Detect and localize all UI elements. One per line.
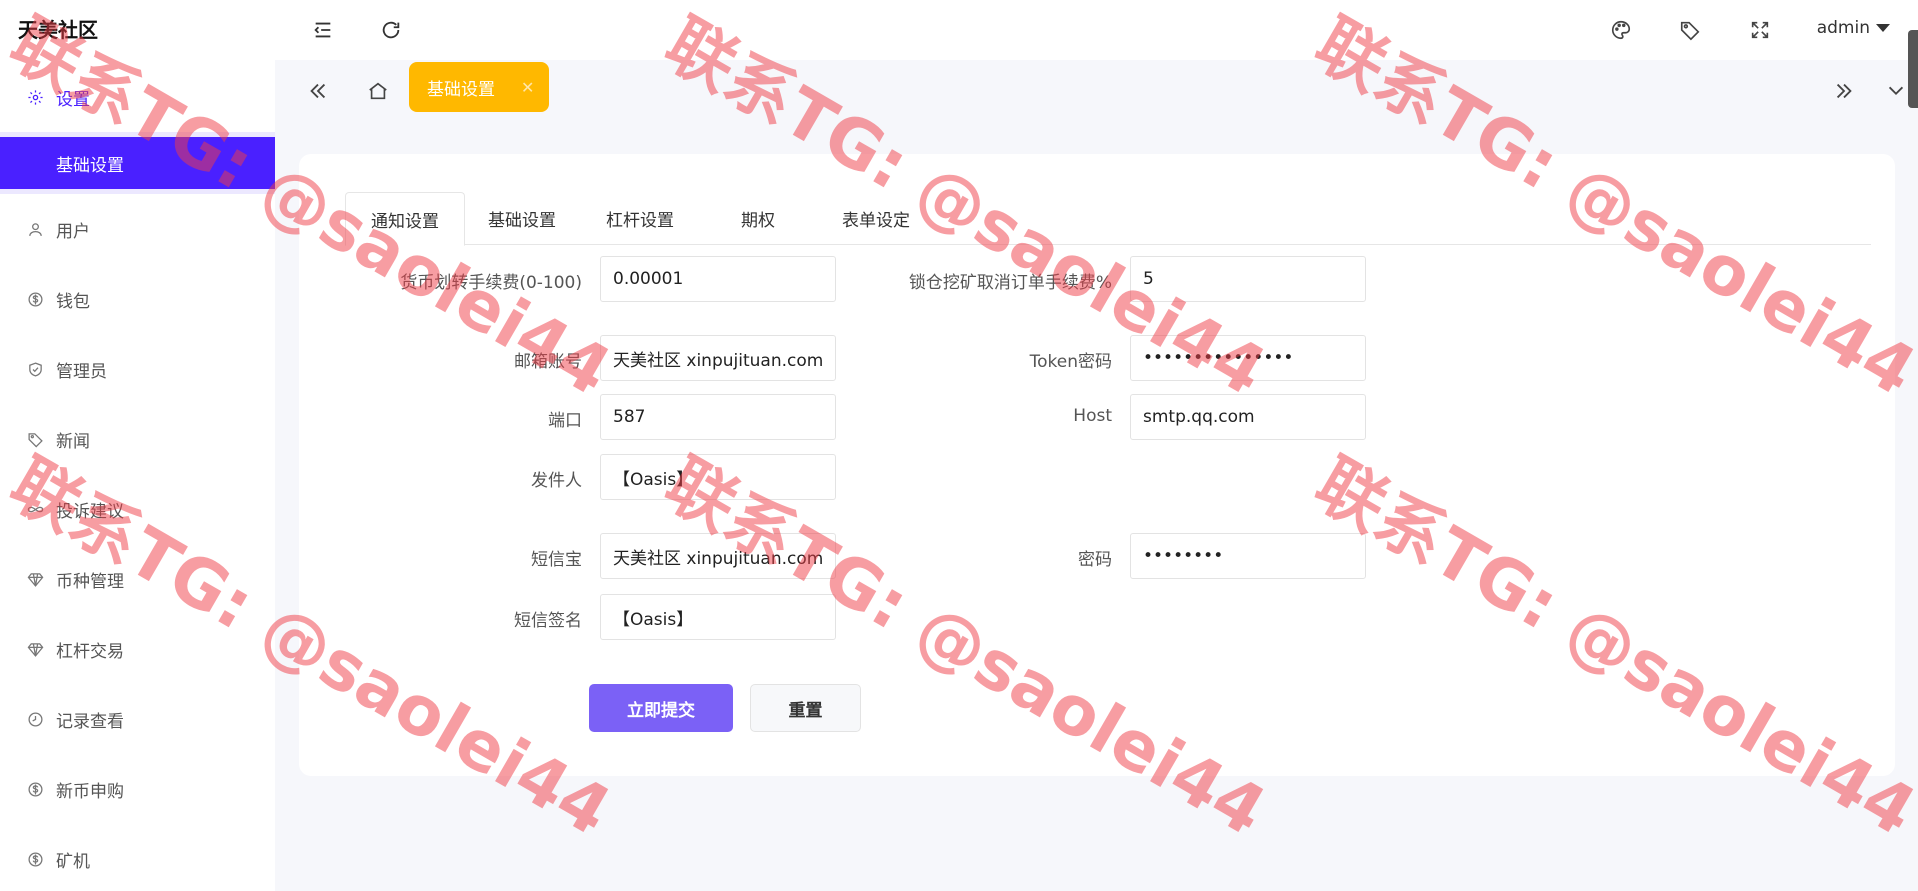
palette-icon[interactable]	[1609, 18, 1633, 42]
sidebar-item-label: 管理员	[56, 361, 107, 382]
sms-provider-input[interactable]	[600, 533, 836, 579]
tab-basic-settings[interactable]: 基础设置	[463, 192, 581, 244]
dollar-circle-icon	[26, 290, 44, 308]
sms-signature-input[interactable]	[600, 594, 836, 640]
gear-icon	[26, 88, 44, 106]
sidebar-item-leverage-trading[interactable]: 杠杆交易	[0, 624, 275, 674]
sidebar-item-wallet[interactable]: 钱包	[0, 274, 275, 324]
token-password-label: Token密码	[1029, 352, 1112, 372]
tag-icon	[26, 430, 44, 448]
lock-mining-fee-input[interactable]	[1130, 256, 1366, 302]
tab-label: 基础设置	[427, 79, 495, 100]
transfer-fee-input[interactable]	[600, 256, 836, 302]
home-icon[interactable]	[365, 78, 391, 104]
diamond-icon	[26, 640, 44, 658]
password-label: 密码	[1078, 550, 1112, 570]
settings-card: 通知设置 基础设置 杠杆设置 期权 表单设定	[299, 154, 1895, 776]
top-header: admin	[275, 0, 1918, 60]
lock-mining-fee-label: 锁仓挖矿取消订单手续费%	[908, 273, 1112, 293]
sidebar-item-mining-machines[interactable]: 矿机	[0, 834, 275, 884]
dollar-circle-icon	[26, 780, 44, 798]
sidebar-item-label: 设置	[56, 89, 90, 110]
refresh-icon[interactable]	[379, 18, 403, 42]
caret-down-icon	[1876, 24, 1890, 32]
email-account-input[interactable]	[600, 335, 836, 381]
sidebar-item-label: 币种管理	[56, 571, 124, 592]
port-input[interactable]	[600, 394, 836, 440]
tab-leverage-settings[interactable]: 杠杆设置	[581, 192, 699, 244]
sidebar-item-label: 杠杆交易	[56, 641, 124, 662]
transfer-fee-label: 货币划转手续费(0-100)	[400, 273, 582, 293]
sidebar-item-label: 矿机	[56, 851, 90, 872]
sidebar-item-label: 钱包	[56, 291, 90, 312]
close-icon[interactable]: ✕	[521, 78, 534, 97]
user-icon	[26, 220, 44, 238]
reset-button[interactable]: 重置	[750, 684, 861, 732]
shield-check-icon	[26, 360, 44, 378]
scroll-handle[interactable]	[1908, 30, 1918, 108]
port-label: 端口	[548, 411, 582, 431]
token-password-input[interactable]	[1130, 335, 1366, 381]
scroll-right-icon[interactable]	[1831, 78, 1857, 104]
sidebar-item-currency-mgmt[interactable]: 币种管理	[0, 554, 275, 604]
clock-circle-icon	[26, 710, 44, 728]
sms-signature-label: 短信签名	[514, 611, 582, 631]
tab-basic-settings[interactable]: 基础设置 ✕	[409, 62, 549, 112]
email-account-label: 邮箱账号	[514, 352, 582, 372]
sidebar-item-complaints[interactable]: 投诉建议	[0, 484, 275, 534]
tab-form-settings[interactable]: 表单设定	[817, 192, 935, 244]
fullscreen-icon[interactable]	[1748, 18, 1772, 42]
sender-input[interactable]	[600, 454, 836, 500]
password-input[interactable]	[1130, 533, 1366, 579]
sidebar-item-settings[interactable]: 设置	[0, 72, 275, 122]
sidebar-item-label: 用户	[56, 221, 90, 242]
sender-label: 发件人	[531, 471, 582, 491]
sidebar-item-label: 记录查看	[56, 711, 124, 732]
sidebar: 天美社区 设置 基础设置 用户 钱包 管理员 新闻 投诉建议 币种管理 杠杆交易…	[0, 0, 275, 891]
tab-options[interactable]: 期权	[699, 192, 817, 244]
menu-fold-icon[interactable]	[311, 18, 335, 42]
brand-logo: 天美社区	[18, 18, 98, 42]
settings-tabs: 通知设置 基础设置 杠杆设置 期权 表单设定	[345, 192, 1871, 246]
sidebar-item-label: 投诉建议	[56, 501, 124, 522]
chevron-down-icon[interactable]	[1883, 78, 1909, 104]
host-label: Host	[1073, 406, 1112, 426]
sidebar-item-new-coin-subscription[interactable]: 新币申购	[0, 764, 275, 814]
submit-button[interactable]: 立即提交	[589, 684, 733, 732]
host-input[interactable]	[1130, 394, 1366, 440]
sidebar-item-label: 新币申购	[56, 781, 124, 802]
dollar-circle-icon	[26, 850, 44, 868]
scroll-left-icon[interactable]	[305, 78, 331, 104]
sidebar-item-records[interactable]: 记录查看	[0, 694, 275, 744]
sidebar-item-admins[interactable]: 管理员	[0, 344, 275, 394]
sidebar-item-label: 新闻	[56, 431, 90, 452]
sidebar-item-users[interactable]: 用户	[0, 204, 275, 254]
admin-username: admin	[1816, 18, 1870, 38]
page-tabs-bar: 基础设置 ✕	[275, 60, 1918, 120]
sms-provider-label: 短信宝	[531, 550, 582, 570]
admin-menu[interactable]: admin	[1817, 18, 1890, 38]
tag-icon[interactable]	[1678, 18, 1702, 42]
sidebar-subitem-basic-settings[interactable]: 基础设置	[0, 137, 275, 189]
tab-notification-settings[interactable]: 通知设置	[345, 192, 465, 246]
sidebar-item-news[interactable]: 新闻	[0, 414, 275, 464]
diamond-icon	[26, 570, 44, 588]
sidebar-item-label: 基础设置	[56, 155, 124, 176]
infinity-icon	[26, 500, 44, 518]
